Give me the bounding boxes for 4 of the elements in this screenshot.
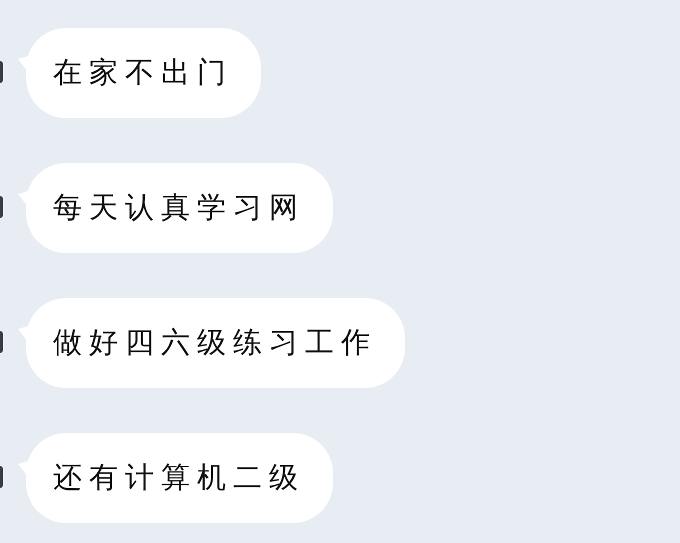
message-bubble: 还有计算机二级 xyxy=(26,433,333,523)
message-bubble: 做好四六级练习工作 xyxy=(26,298,405,388)
message-bubble: 每天认真学习网 xyxy=(26,163,333,253)
message-bubble: 在家不出门 xyxy=(26,28,261,118)
